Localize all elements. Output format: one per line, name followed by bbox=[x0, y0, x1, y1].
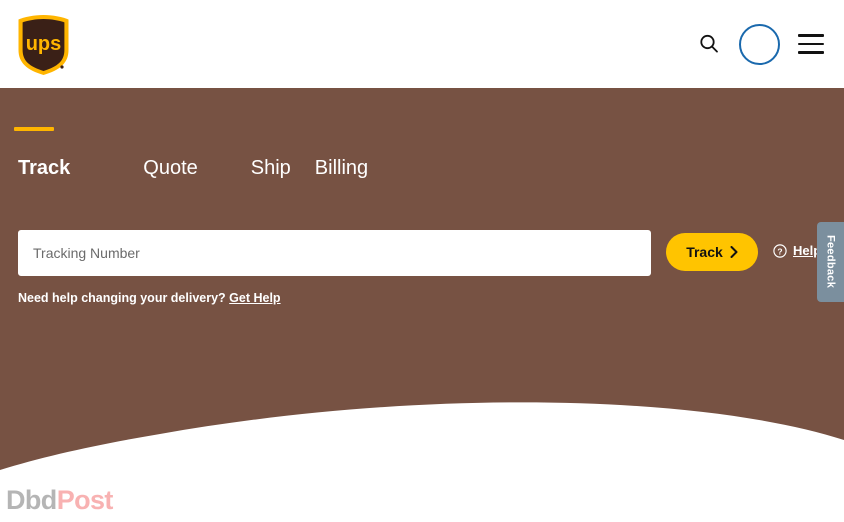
watermark-part-one: Dbd bbox=[6, 485, 57, 515]
ups-logo-wordmark: ups bbox=[26, 33, 62, 55]
tab-quote-label: Quote bbox=[143, 157, 198, 179]
ups-shield-logo[interactable]: ups bbox=[16, 14, 71, 76]
tab-ship[interactable]: Ship bbox=[251, 156, 291, 180]
question-circle-icon: ? bbox=[773, 243, 787, 258]
ups-shield-icon: ups bbox=[18, 15, 69, 75]
ups-tracking-page: ups Track Quote Ship Billing Tracking Nu… bbox=[0, 0, 844, 522]
get-help-link[interactable]: Get Help bbox=[229, 291, 280, 305]
dbdpost-watermark: DbdPost bbox=[6, 485, 113, 516]
site-header: ups bbox=[0, 0, 844, 88]
search-icon bbox=[700, 34, 718, 53]
tab-billing[interactable]: Billing bbox=[315, 156, 368, 180]
tab-quote[interactable]: Quote bbox=[143, 156, 197, 180]
feedback-tab-label: Feedback bbox=[824, 235, 837, 289]
hero-section: Track Quote Ship Billing Tracking Number… bbox=[0, 88, 844, 474]
tab-ship-label: Ship bbox=[250, 157, 291, 179]
help-link[interactable]: ? Help bbox=[773, 243, 821, 258]
tab-track-label: Track bbox=[18, 157, 71, 179]
search-button[interactable] bbox=[697, 32, 721, 56]
feedback-tab[interactable]: Feedback bbox=[817, 222, 844, 302]
active-tab-underline bbox=[14, 127, 54, 131]
svg-text:?: ? bbox=[777, 246, 782, 256]
header-icon-group bbox=[697, 0, 824, 88]
account-circle-icon[interactable] bbox=[739, 23, 780, 65]
watermark-part-two: Post bbox=[56, 485, 114, 515]
chevron-right-icon bbox=[730, 246, 738, 258]
track-button-label: Track bbox=[686, 244, 723, 260]
tab-billing-label: Billing bbox=[314, 157, 369, 179]
tracking-number-input[interactable] bbox=[18, 230, 651, 276]
hamburger-menu-icon bbox=[798, 34, 824, 54]
need-help-question: Need help changing your delivery? bbox=[18, 291, 226, 305]
need-help-text: Need help changing your delivery? Get He… bbox=[18, 291, 281, 305]
service-tabs: Track Quote Ship Billing bbox=[18, 156, 368, 180]
hamburger-menu-button[interactable] bbox=[798, 34, 824, 54]
track-submit-button[interactable]: Track bbox=[666, 233, 758, 271]
tracking-search-row: Track ? Help bbox=[18, 230, 828, 276]
tab-track[interactable]: Track bbox=[18, 156, 70, 180]
hero-content: Track Quote Ship Billing Tracking Number… bbox=[0, 88, 844, 474]
